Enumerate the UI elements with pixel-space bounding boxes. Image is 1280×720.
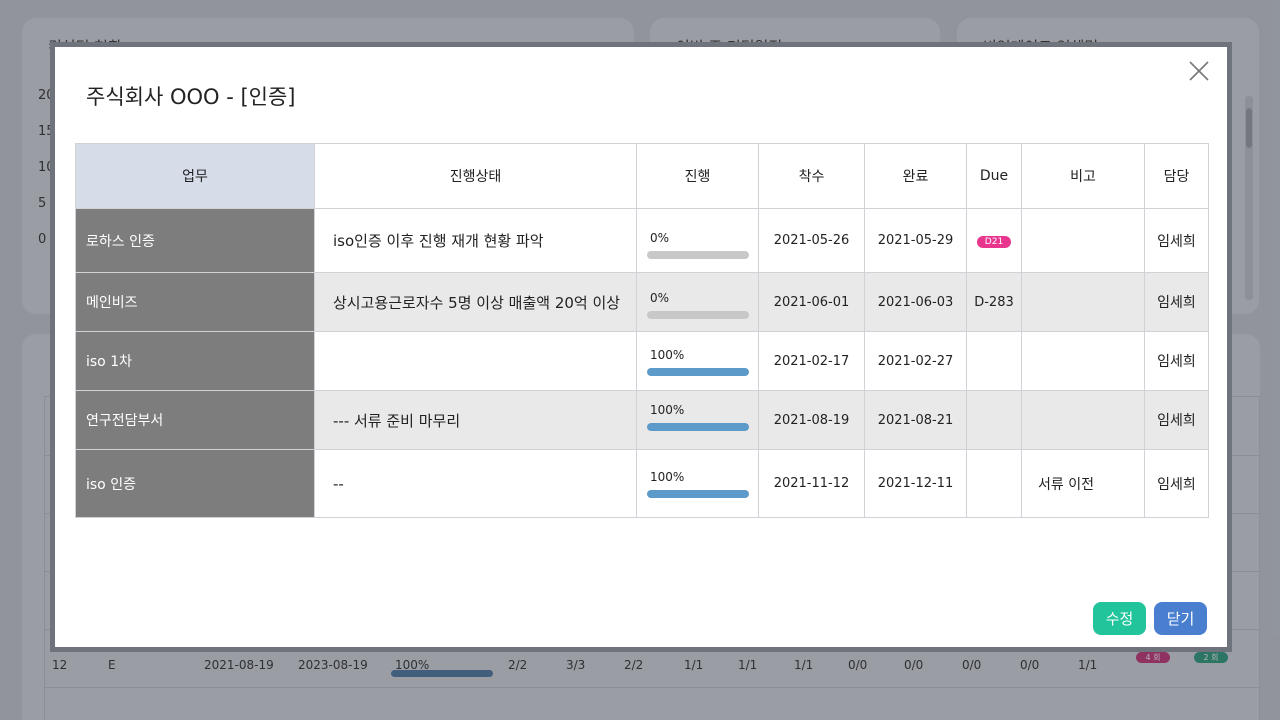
due-cell: D21: [966, 208, 1022, 273]
column-header-task: 업무: [75, 143, 315, 209]
progress-cell: 100%: [636, 331, 759, 391]
task-name: 연구전담부서: [75, 390, 315, 450]
progress-bar: [647, 368, 749, 376]
column-header-progress: 진행: [636, 143, 759, 209]
table-row[interactable]: iso 인증 -- 100% 2021-11-12 2021-12-11 서류 이전 임세희: [75, 449, 1209, 518]
note-text: 서류 이전: [1021, 449, 1145, 518]
close-icon[interactable]: [1187, 59, 1211, 83]
start-date: 2021-08-19: [758, 390, 865, 450]
progress-label: 100%: [650, 348, 685, 362]
progress-fill: [647, 490, 749, 498]
end-date: 2021-02-27: [864, 331, 967, 391]
progress-cell: 100%: [636, 390, 759, 450]
owner-name: 임세희: [1144, 272, 1209, 332]
due-cell: [966, 390, 1022, 450]
owner-name: 임세희: [1144, 449, 1209, 518]
progress-bar: [647, 490, 749, 498]
note-text: [1021, 331, 1145, 391]
close-button[interactable]: 닫기: [1154, 602, 1207, 635]
progress-label: 0%: [650, 291, 670, 305]
progress-cell: 0%: [636, 272, 759, 332]
status-text: --- 서류 준비 마무리: [314, 390, 637, 450]
progress-cell: 100%: [636, 449, 759, 518]
column-header-owner: 담당: [1144, 143, 1209, 209]
column-header-end: 완료: [864, 143, 967, 209]
column-header-start: 착수: [758, 143, 865, 209]
due-cell: [966, 331, 1022, 391]
due-text: D-283: [974, 294, 1014, 310]
status-text: iso인증 이후 진행 재개 현황 파악: [314, 208, 637, 273]
end-date: 2021-06-03: [864, 272, 967, 332]
status-text: 상시고용근로자수 5명 이상 매출액 20억 이상: [314, 272, 637, 332]
progress-bar: [647, 423, 749, 431]
start-date: 2021-05-26: [758, 208, 865, 273]
note-text: [1021, 390, 1145, 450]
column-header-note: 비고: [1021, 143, 1145, 209]
start-date: 2021-02-17: [758, 331, 865, 391]
task-table: 업무 진행상태 진행 착수 완료 Due 비고 담당 로하스 인증 iso인증 이…: [75, 143, 1209, 518]
owner-name: 임세희: [1144, 208, 1209, 273]
modal-title: 주식회사 OOO - [인증]: [86, 85, 296, 109]
start-date: 2021-11-12: [758, 449, 865, 518]
owner-name: 임세희: [1144, 390, 1209, 450]
edit-button[interactable]: 수정: [1093, 602, 1146, 635]
column-header-due: Due: [966, 143, 1022, 209]
column-header-status: 진행상태: [314, 143, 637, 209]
table-row[interactable]: 메인비즈 상시고용근로자수 5명 이상 매출액 20억 이상 0% 2021-06-0…: [75, 272, 1209, 332]
progress-fill: [647, 423, 749, 431]
end-date: 2021-12-11: [864, 449, 967, 518]
progress-label: 100%: [650, 470, 685, 484]
task-name: 로하스 인증: [75, 208, 315, 273]
progress-bar: [647, 251, 749, 259]
due-badge: D21: [976, 236, 1012, 248]
end-date: 2021-05-29: [864, 208, 967, 273]
status-text: [314, 331, 637, 391]
note-text: [1021, 272, 1145, 332]
table-row[interactable]: 로하스 인증 iso인증 이후 진행 재개 현황 파악 0% 2021-05-26 20…: [75, 208, 1209, 273]
task-name: iso 인증: [75, 449, 315, 518]
progress-label: 100%: [650, 403, 685, 417]
due-cell: D-283: [966, 272, 1022, 332]
table-header-row: 업무 진행상태 진행 착수 완료 Due 비고 담당: [75, 143, 1209, 209]
task-name: 메인비즈: [75, 272, 315, 332]
start-date: 2021-06-01: [758, 272, 865, 332]
progress-cell: 0%: [636, 208, 759, 273]
table-row[interactable]: 연구전담부서 --- 서류 준비 마무리 100% 2021-08-19 2021-08…: [75, 390, 1209, 450]
status-text: --: [314, 449, 637, 518]
progress-bar: [647, 311, 749, 319]
task-name: iso 1차: [75, 331, 315, 391]
progress-fill: [647, 368, 749, 376]
table-row[interactable]: iso 1차 100% 2021-02-17 2021-02-27 임세희: [75, 331, 1209, 391]
owner-name: 임세희: [1144, 331, 1209, 391]
due-cell: [966, 449, 1022, 518]
note-text: [1021, 208, 1145, 273]
progress-label: 0%: [650, 231, 670, 245]
certification-modal: 주식회사 OOO - [인증] 업무 진행상태 진행 착수 완료 Due 비고 …: [50, 42, 1232, 652]
end-date: 2021-08-21: [864, 390, 967, 450]
